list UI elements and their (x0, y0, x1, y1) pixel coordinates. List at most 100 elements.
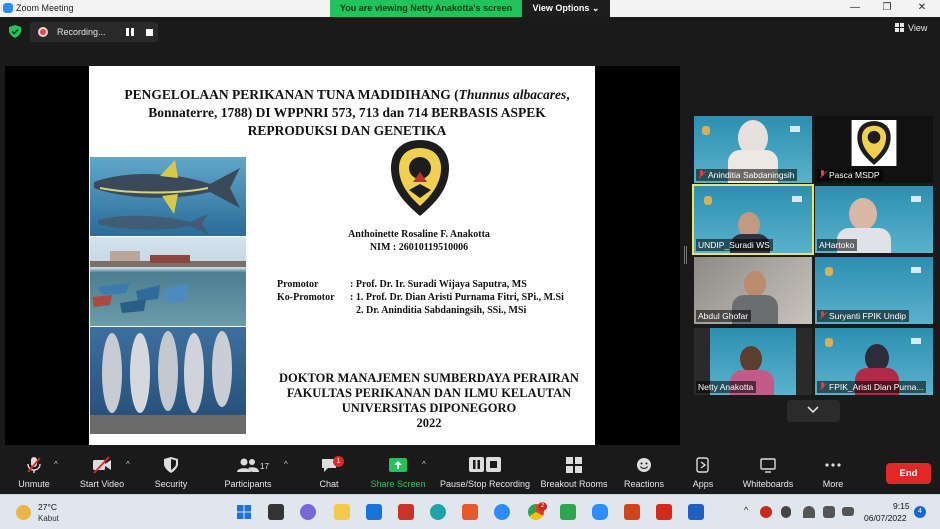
participant-tile[interactable]: Abdul Ghofar (694, 257, 812, 324)
file-explorer-icon[interactable] (334, 504, 350, 520)
footer-line1: DOKTOR MANAJEMEN SUMBERDAYA PERAIRAN (279, 371, 579, 385)
microphone-tray-icon[interactable] (781, 506, 791, 518)
stop-icon[interactable] (146, 29, 153, 36)
security-label: Security (154, 479, 188, 489)
speaker-icon[interactable] (823, 506, 835, 518)
participant-tile[interactable]: FPIK_Aristi Dian Purna... (815, 328, 933, 395)
video-off-icon (93, 456, 111, 474)
tray-overflow-chevron-icon[interactable]: ^ (744, 505, 748, 515)
muted-mic-icon (819, 311, 826, 320)
presentation-slide: PENGELOLAAN PERIKANAN TUNA MADIDIHANG (T… (89, 66, 595, 445)
clock-time[interactable]: 9:15 (893, 501, 910, 511)
participant-name: FPIK_Aristi Dian Purna... (829, 382, 924, 392)
participants-caret-icon[interactable]: ^ (284, 460, 288, 469)
mail-icon[interactable] (366, 504, 382, 520)
copromotor-label: Ko-Promotor (277, 292, 335, 303)
breakout-rooms-icon (566, 457, 582, 473)
maximize-button[interactable]: ❐ (870, 0, 904, 17)
recording-label: Recording... (57, 27, 106, 37)
task-view-icon[interactable] (268, 504, 284, 520)
apps-label: Apps (692, 479, 714, 489)
pause-recording-label: Pause/Stop Recording (439, 479, 531, 489)
meeting-top-bar: Recording... View (0, 17, 940, 46)
logo-icon (911, 338, 921, 344)
audio-options-caret-icon[interactable]: ^ (54, 460, 58, 469)
chat-unread-badge: 1 (333, 456, 344, 467)
view-options-button[interactable]: View Options ⌄ (522, 0, 610, 17)
breakout-rooms-button[interactable]: Breakout Rooms (540, 456, 608, 489)
gallery-scroll-down-button[interactable] (787, 400, 840, 422)
participant-tile[interactable]: AHartoko (815, 186, 933, 253)
pause-stop-recording-button[interactable]: Pause/Stop Recording (438, 456, 532, 489)
battery-icon[interactable] (842, 507, 854, 516)
video-options-caret-icon[interactable]: ^ (126, 460, 130, 469)
pause-icon[interactable] (126, 28, 134, 36)
security-shield-icon[interactable] (9, 25, 21, 38)
pdf-reader-icon[interactable] (656, 504, 672, 520)
notification-count-badge[interactable]: 4 (914, 506, 926, 518)
shield-icon (164, 457, 178, 473)
chrome-notification-badge: 2 (538, 502, 547, 511)
share-screen-button[interactable]: Share Screen (368, 456, 428, 489)
participant-name: Aninditia Sabdaningsih (708, 170, 795, 180)
participant-tile[interactable]: Suryanti FPIK Undip (815, 257, 933, 324)
pause-stop-icon (469, 457, 501, 472)
logo-icon (790, 126, 800, 132)
start-video-button[interactable]: Start Video (76, 456, 128, 489)
participant-tile[interactable]: Pasca MSDP (815, 116, 933, 183)
footer-line3: UNIVERSITAS DIPONEGORO (341, 401, 517, 415)
participant-tile-active-speaker[interactable]: UNDIP_Suradi WS (692, 184, 814, 255)
logo-icon (911, 196, 921, 202)
minimize-button[interactable]: — (838, 0, 872, 17)
participant-tile[interactable]: Netty Anakotta (694, 328, 812, 395)
edge-browser-icon[interactable] (430, 504, 446, 520)
zoom-taskbar-icon[interactable] (494, 504, 510, 520)
participant-name: Netty Anakotta (698, 382, 754, 392)
windows-start-icon[interactable] (236, 504, 252, 520)
security-app-icon[interactable] (560, 504, 576, 520)
powerpoint-icon[interactable] (624, 504, 640, 520)
title-bar: Zoom Meeting You are viewing Netty Anako… (0, 0, 940, 17)
title-species: Thunnus albacares (458, 87, 567, 102)
share-options-caret-icon[interactable]: ^ (422, 460, 426, 469)
title-line1-post: , (566, 87, 570, 102)
tray-app-icon[interactable] (760, 506, 772, 518)
start-video-label: Start Video (79, 479, 125, 489)
record-dot-icon (38, 27, 48, 37)
author-block: Anthoinette Rosaline F. Anakotta NIM : 2… (289, 228, 549, 254)
close-button[interactable]: ✕ (905, 0, 939, 17)
weather-description[interactable]: Kabut (38, 514, 59, 523)
security-button[interactable]: Security (150, 456, 192, 489)
more-button[interactable]: More (818, 456, 848, 489)
end-meeting-button[interactable]: End (886, 463, 931, 484)
participant-tile[interactable]: Aninditia Sabdaningsih (694, 116, 812, 183)
title-line1-pre: PENGELOLAAN PERIKANAN TUNA MADIDIHANG ( (124, 87, 459, 102)
word-icon[interactable] (688, 504, 704, 520)
whiteboards-button[interactable]: Whiteboards (738, 456, 798, 489)
unmute-button[interactable]: Unmute (14, 456, 54, 489)
zoom-meetings-icon[interactable] (592, 504, 608, 520)
weather-fog-icon[interactable] (16, 505, 31, 520)
seal-icon (704, 196, 712, 205)
participants-button[interactable]: Participants (220, 456, 276, 489)
app-grid-icon[interactable] (398, 504, 414, 520)
teams-chat-icon[interactable] (300, 504, 316, 520)
reactions-button[interactable]: Reactions (622, 456, 666, 489)
weather-temperature[interactable]: 27°C (38, 502, 57, 512)
panel-resize-handle[interactable] (684, 246, 687, 264)
view-button[interactable]: View (895, 23, 927, 33)
participants-icon (237, 458, 259, 472)
window-title: Zoom Meeting (16, 3, 74, 13)
chat-label: Chat (319, 479, 339, 489)
share-screen-icon (389, 458, 407, 472)
clock-date[interactable]: 06/07/2022 (864, 513, 907, 523)
recording-indicator: Recording... (30, 22, 158, 42)
wifi-icon[interactable] (803, 506, 815, 518)
participant-name: AHartoko (819, 240, 855, 250)
participant-video (744, 271, 766, 297)
office-icon[interactable] (462, 504, 478, 520)
whiteboards-label: Whiteboards (742, 479, 794, 489)
apps-button[interactable]: Apps (688, 456, 718, 489)
logo-icon (792, 196, 802, 202)
footer-year: 2022 (416, 416, 442, 430)
